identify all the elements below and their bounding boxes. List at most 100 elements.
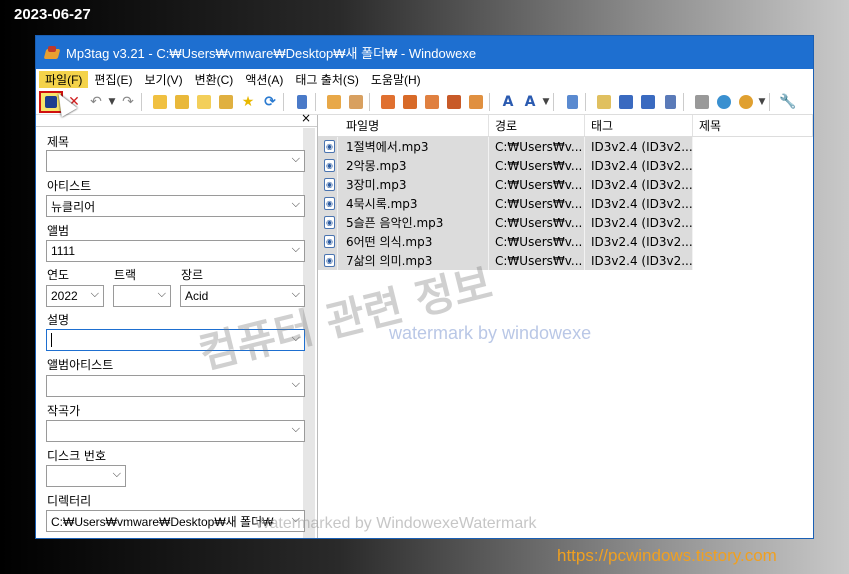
tag-sources-icon[interactable]: [637, 91, 659, 113]
chevron-down-icon[interactable]: ⌵: [292, 198, 300, 211]
menu-edit[interactable]: 편집(E): [88, 71, 138, 88]
column-title[interactable]: 제목: [693, 115, 813, 136]
redo-icon[interactable]: ↷: [117, 91, 139, 113]
table-row[interactable]: ◉ 3장미.mp3 C:₩Users₩v... ID3v2.4 (ID3v2..…: [318, 175, 693, 194]
track-field[interactable]: ⌵: [113, 285, 171, 307]
tag-panel-header: ×: [36, 111, 317, 127]
file-icon-cell: ◉: [318, 156, 338, 175]
mp3tag-app-icon: [44, 45, 60, 61]
column-tag[interactable]: 태그: [585, 115, 693, 136]
star-icon[interactable]: ★: [237, 91, 259, 113]
directory-field[interactable]: C:₩Users₩vmware₩Desktop₩새 폴더₩ ⌵: [46, 510, 305, 532]
toolbar-separator: [769, 92, 775, 111]
comment-label: 설명: [47, 313, 70, 327]
filename-cell: 1절벽에서.mp3: [338, 137, 489, 156]
app-window: Mp3tag v3.21 - C:₩Users₩vmware₩Desktop₩새…: [35, 35, 814, 539]
menu-convert[interactable]: 변환(C): [189, 71, 240, 88]
genre-field[interactable]: Acid ⌵: [180, 285, 305, 307]
table-row[interactable]: ◉ 4묵시록.mp3 C:₩Users₩v... ID3v2.4 (ID3v2.…: [318, 194, 693, 213]
wrench-icon[interactable]: 🔧: [777, 91, 799, 113]
artist-field[interactable]: 뉴클리어 ⌵: [46, 195, 305, 217]
path-cell: C:₩Users₩v...: [489, 213, 585, 232]
copy-tag-icon[interactable]: [323, 91, 345, 113]
year-field[interactable]: 2022 ⌵: [46, 285, 104, 307]
menu-tag-sources[interactable]: 태그 출처(S): [289, 71, 365, 88]
close-panel-icon[interactable]: ×: [301, 111, 311, 125]
chevron-down-icon[interactable]: ⌵: [292, 378, 300, 391]
album-field[interactable]: 1111 ⌵: [46, 240, 305, 262]
menu-action[interactable]: 액션(A): [239, 71, 289, 88]
path-cell: C:₩Users₩v...: [489, 137, 585, 156]
favorite-folder-icon[interactable]: [193, 91, 215, 113]
convert-text-tag-icon[interactable]: [421, 91, 443, 113]
tag-cell: ID3v2.4 (ID3v2....: [585, 156, 693, 175]
select-all-icon[interactable]: [291, 91, 313, 113]
folder-open-icon[interactable]: [149, 91, 171, 113]
actions-icon[interactable]: A: [497, 91, 519, 113]
filename-cell: 4묵시록.mp3: [338, 194, 489, 213]
table-row[interactable]: ◉ 7삶의 의미.mp3 C:₩Users₩v... ID3v2.4 (ID3v…: [318, 251, 693, 270]
column-path[interactable]: 경로: [489, 115, 585, 136]
table-row[interactable]: ◉ 5슬픈 음악인.mp3 C:₩Users₩v... ID3v2.4 (ID3…: [318, 213, 693, 232]
file-icon-cell: ◉: [318, 213, 338, 232]
refresh-icon[interactable]: ⟳: [259, 91, 281, 113]
genre-value: Acid: [185, 289, 209, 303]
file-icon-cell: ◉: [318, 194, 338, 213]
undo-icon[interactable]: ↶: [85, 91, 107, 113]
title-label: 제목: [47, 135, 70, 149]
title-field[interactable]: ⌵: [46, 150, 305, 172]
path-cell: C:₩Users₩v...: [489, 175, 585, 194]
convert-filename-tag-icon[interactable]: [399, 91, 421, 113]
web-sources-icon[interactable]: [735, 91, 757, 113]
chevron-down-icon[interactable]: ⌵: [292, 332, 300, 345]
menu-view[interactable]: 보기(V): [138, 71, 188, 88]
actions-dropdown-icon[interactable]: ▼: [541, 91, 551, 113]
chevron-down-icon[interactable]: ⌵: [292, 423, 300, 436]
menu-bar: 파일(F) 편집(E) 보기(V) 변환(C) 액션(A) 태그 출처(S) 도…: [36, 69, 813, 89]
chevron-down-icon[interactable]: ⌵: [292, 153, 300, 166]
file-icon-cell: ◉: [318, 232, 338, 251]
autonumber-icon[interactable]: [465, 91, 487, 113]
playlist-icon[interactable]: [615, 91, 637, 113]
web-globe-icon[interactable]: [713, 91, 735, 113]
column-filename[interactable]: 파일명: [338, 115, 489, 136]
disc-field[interactable]: ⌵: [46, 465, 126, 487]
chevron-down-icon[interactable]: ⌵: [292, 288, 300, 301]
export-icon[interactable]: [593, 91, 615, 113]
tag-cell: ID3v2.4 (ID3v2....: [585, 175, 693, 194]
year-label: 연도: [47, 268, 70, 282]
convert-tag-tag-icon[interactable]: [443, 91, 465, 113]
table-row[interactable]: ◉ 6어떤 의식.mp3 C:₩Users₩v... ID3v2.4 (ID3v…: [318, 232, 693, 251]
multi-tag-icon[interactable]: [659, 91, 681, 113]
actions-quick-icon[interactable]: A: [519, 91, 541, 113]
album-artist-label: 앨범아티스트: [47, 358, 114, 372]
chevron-down-icon[interactable]: ⌵: [292, 243, 300, 256]
paste-tag-icon[interactable]: [345, 91, 367, 113]
table-row[interactable]: ◉ 1절벽에서.mp3 C:₩Users₩v... ID3v2.4 (ID3v2…: [318, 137, 693, 156]
chevron-down-icon[interactable]: ⌵: [91, 288, 99, 301]
directory-value: C:₩Users₩vmware₩Desktop₩새 폴더₩: [51, 514, 274, 529]
chevron-down-icon[interactable]: ⌵: [158, 288, 166, 301]
path-cell: C:₩Users₩v...: [489, 194, 585, 213]
print-icon[interactable]: [691, 91, 713, 113]
playlist-folder-icon[interactable]: [215, 91, 237, 113]
composer-field[interactable]: ⌵: [46, 420, 305, 442]
audio-file-icon: ◉: [324, 140, 335, 153]
menu-help[interactable]: 도움말(H): [365, 71, 427, 88]
file-list: 파일명 경로 태그 제목 ◉ 1절벽에서.mp3 C:₩Users₩v... I…: [318, 115, 813, 538]
album-artist-field[interactable]: ⌵: [46, 375, 305, 397]
table-row[interactable]: ◉ 2악몽.mp3 C:₩Users₩v... ID3v2.4 (ID3v2..…: [318, 156, 693, 175]
chevron-down-icon[interactable]: ⌵: [292, 513, 300, 526]
edit-icon[interactable]: [561, 91, 583, 113]
add-folder-icon[interactable]: [171, 91, 193, 113]
web-dropdown-icon[interactable]: ▼: [757, 91, 767, 113]
convert-tag-filename-icon[interactable]: [377, 91, 399, 113]
toolbar-separator: [315, 92, 321, 111]
chevron-down-icon[interactable]: ⌵: [113, 468, 121, 481]
comment-field[interactable]: ⌵: [46, 329, 305, 351]
undo-dropdown-icon[interactable]: ▼: [107, 91, 117, 113]
audio-file-icon: ◉: [324, 216, 335, 229]
menu-file[interactable]: 파일(F): [39, 70, 89, 88]
audio-file-icon: ◉: [324, 254, 335, 267]
toolbar: ✕ ↶ ▼ ↷ ★ ⟳ A A ▼ ▼ 🔧: [36, 89, 813, 115]
